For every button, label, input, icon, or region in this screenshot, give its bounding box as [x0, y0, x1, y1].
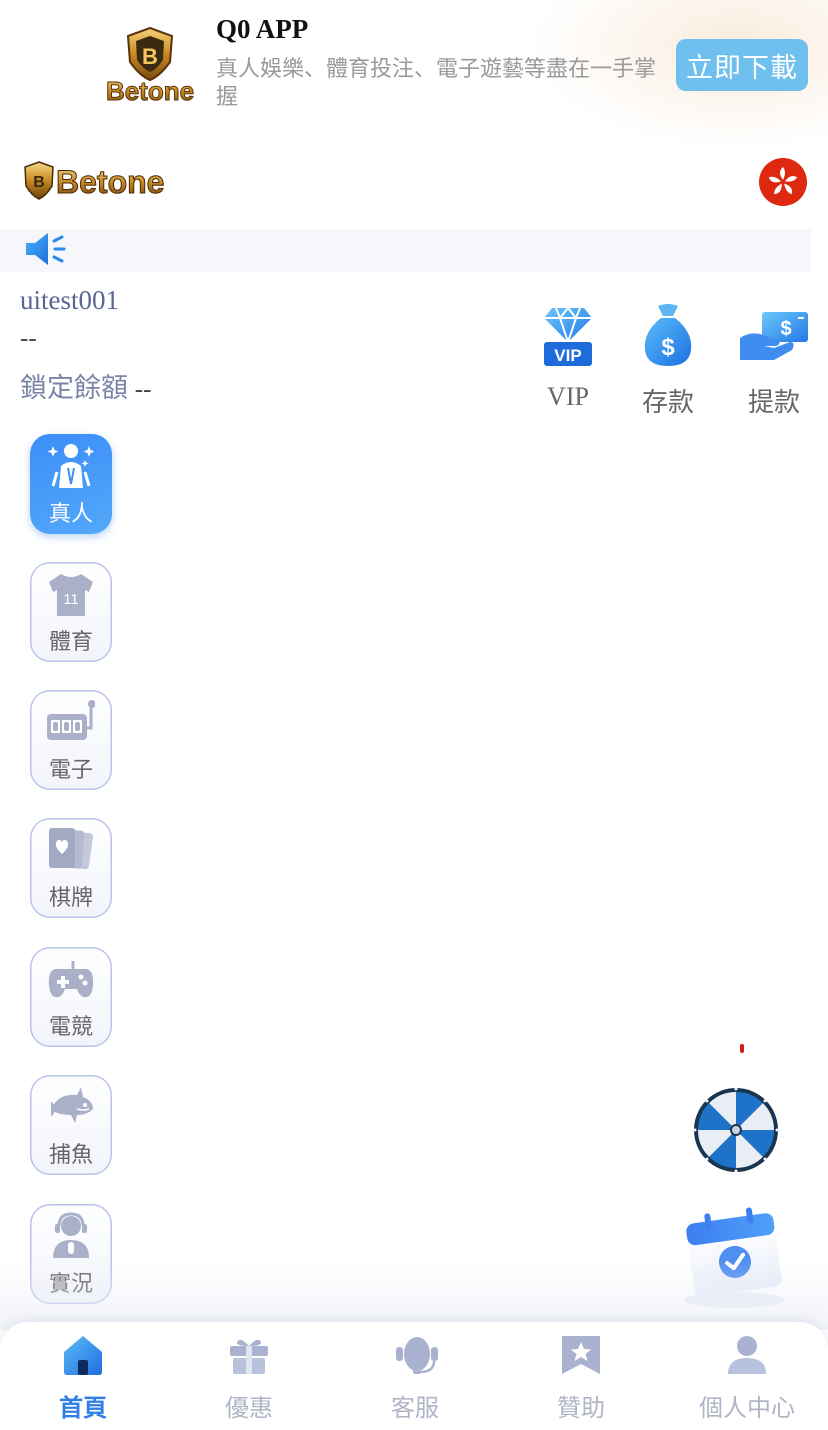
svg-text:VIP: VIP — [554, 346, 581, 365]
betone-logo[interactable]: B Betone — [22, 156, 194, 206]
svg-text:B: B — [142, 44, 158, 69]
speaker-icon — [26, 233, 66, 265]
locked-balance-label: 鎖定餘額 — [20, 373, 128, 403]
deposit-button[interactable]: $ 存款 — [630, 302, 706, 417]
deposit-label: 存款 — [641, 388, 694, 417]
nav-promotions[interactable]: 優惠 — [166, 1322, 332, 1430]
playing-cards-icon — [49, 828, 94, 870]
svg-text:Betone: Betone — [56, 164, 164, 200]
fish-icon — [51, 1087, 93, 1123]
nav-label: 客服 — [391, 1394, 439, 1422]
nav-label: 優惠 — [225, 1394, 273, 1422]
category-label: 真人 — [48, 502, 93, 527]
username: uitest001 — [20, 285, 119, 315]
home-icon — [64, 1336, 102, 1375]
category-label: 電子 — [48, 758, 93, 783]
streamer-icon — [53, 1212, 89, 1258]
category-sports[interactable]: 11 體育 — [30, 562, 112, 662]
nav-home[interactable]: 首頁 — [0, 1322, 166, 1430]
vip-label: VIP — [547, 382, 589, 411]
app-download-banner: B Betone Q0 APP 真人娛樂、體育投注、電子遊藝等盡在一手掌握 立即… — [0, 0, 828, 150]
category-label: 電競 — [48, 1015, 93, 1040]
withdraw-label: 提款 — [747, 388, 800, 417]
vip-diamond-icon: VIP — [544, 306, 592, 366]
category-esports[interactable]: 電競 — [30, 947, 112, 1047]
nav-label: 贊助 — [557, 1394, 605, 1422]
wallet-balance: -- — [20, 325, 37, 352]
money-bag-icon: $ — [644, 304, 692, 366]
locked-balance-value: -- — [134, 376, 152, 403]
bottom-navigation: 首頁 優惠 客服 贊助 個人中心 — [0, 1322, 828, 1430]
nav-label: 首頁 — [59, 1394, 107, 1422]
withdraw-card-icon: $ — [740, 312, 808, 360]
bauhinia-icon — [768, 167, 798, 195]
banner-title: Q0 APP — [216, 14, 309, 44]
hong-kong-flag-icon[interactable] — [759, 158, 807, 206]
svg-text:Betone: Betone — [106, 76, 194, 106]
svg-text:11: 11 — [63, 591, 79, 608]
gift-icon — [230, 1339, 268, 1374]
lucky-wheel-icon[interactable] — [692, 1086, 780, 1174]
notification-dot — [740, 1044, 744, 1053]
headset-icon — [396, 1337, 438, 1374]
nav-sponsorship[interactable]: 贊助 — [498, 1322, 664, 1430]
svg-text:B: B — [33, 174, 45, 191]
category-cards[interactable]: 棋牌 — [30, 818, 112, 918]
gamepad-icon — [48, 961, 94, 998]
nav-customer-service[interactable]: 客服 — [332, 1322, 498, 1430]
svg-text:$: $ — [661, 334, 675, 361]
category-fishing[interactable]: 捕魚 — [30, 1075, 112, 1175]
banner-description: 真人娛樂、體育投注、電子遊藝等盡在一手掌握 — [216, 56, 657, 109]
vip-button[interactable]: VIP VIP — [530, 302, 606, 412]
category-label: 體育 — [48, 630, 93, 655]
category-label: 棋牌 — [48, 886, 93, 911]
nav-label: 個人中心 — [699, 1394, 795, 1422]
user-icon — [728, 1336, 766, 1374]
category-label: 捕魚 — [48, 1143, 93, 1168]
locked-balance-row: 鎖定餘額 -- — [20, 366, 151, 405]
category-slots[interactable]: 電子 — [30, 690, 112, 790]
jersey-icon: 11 — [49, 574, 93, 616]
withdraw-button[interactable]: $ 提款 — [736, 302, 812, 417]
download-now-button[interactable]: 立即下載 — [676, 39, 808, 91]
nav-profile[interactable]: 個人中心 — [664, 1322, 828, 1430]
svg-text:$: $ — [780, 318, 791, 340]
sponsor-badge-icon — [562, 1336, 600, 1374]
bottom-fade — [0, 1260, 828, 1330]
announcement-bar[interactable] — [0, 229, 811, 272]
slot-machine-icon — [47, 700, 95, 740]
live-dealer-icon — [47, 444, 95, 488]
category-live[interactable]: 真人 — [30, 434, 112, 534]
betone-app-logo: B Betone — [105, 26, 195, 106]
